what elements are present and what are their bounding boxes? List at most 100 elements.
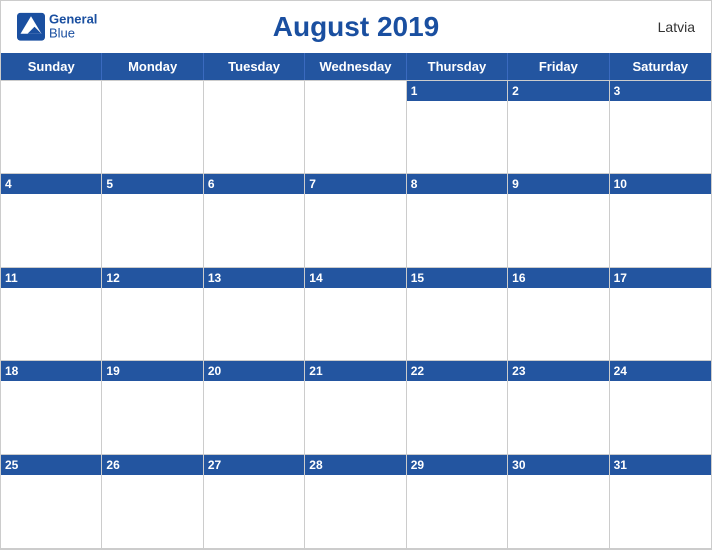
date-label: 7 [305,174,405,194]
calendar-title: August 2019 [273,11,440,43]
calendar-cell: 5 [102,174,203,268]
cell-content: 21 [305,361,405,454]
cell-content: 26 [102,455,202,548]
cell-body [1,101,101,173]
cell-content: 30 [508,455,608,548]
calendar-cell: 22 [407,361,508,455]
date-label: 17 [610,268,711,288]
date-label: 9 [508,174,608,194]
calendar-cell: 6 [204,174,305,268]
cell-content: 7 [305,174,405,267]
cell-content: 29 [407,455,507,548]
calendar-cell: 11 [1,268,102,362]
cell-content: 9 [508,174,608,267]
cell-body [407,288,507,361]
calendar-cell: 28 [305,455,406,549]
cell-body [508,475,608,548]
date-label: 25 [1,455,101,475]
cell-content: 5 [102,174,202,267]
cell-content: 8 [407,174,507,267]
cell-body [407,194,507,267]
cell-body [102,194,202,267]
date-label [305,81,405,101]
cell-body [1,288,101,361]
date-label: 12 [102,268,202,288]
cell-content: 23 [508,361,608,454]
cell-body [305,475,405,548]
header-sunday: Sunday [1,53,102,80]
date-label: 8 [407,174,507,194]
calendar-cell: 16 [508,268,609,362]
cell-content: 27 [204,455,304,548]
date-label: 2 [508,81,608,101]
header-tuesday: Tuesday [204,53,305,80]
calendar-cell: 15 [407,268,508,362]
date-label [204,81,304,101]
cell-content: 22 [407,361,507,454]
date-label: 14 [305,268,405,288]
date-label: 26 [102,455,202,475]
cell-content: 14 [305,268,405,361]
logo-blue: Blue [49,27,97,41]
cell-body [305,194,405,267]
cell-content: 18 [1,361,101,454]
cell-body [102,101,202,173]
calendar-cell: 7 [305,174,406,268]
calendar-cell: 31 [610,455,711,549]
cell-content: 16 [508,268,608,361]
cell-body [508,381,608,454]
calendar-cell [1,80,102,174]
calendar-cell: 17 [610,268,711,362]
date-label: 10 [610,174,711,194]
cell-body [102,475,202,548]
cell-body [204,381,304,454]
cell-content: 24 [610,361,711,454]
cell-body [508,194,608,267]
date-label: 22 [407,361,507,381]
cell-content: 31 [610,455,711,548]
cell-content: 28 [305,455,405,548]
cell-body [204,194,304,267]
calendar-cell: 25 [1,455,102,549]
date-label: 19 [102,361,202,381]
cell-body [204,288,304,361]
calendar-cell: 18 [1,361,102,455]
cell-body [407,381,507,454]
date-label: 18 [1,361,101,381]
date-label: 27 [204,455,304,475]
calendar-cell: 3 [610,80,711,174]
cell-content [1,81,101,173]
calendar-container: General Blue August 2019 Latvia Sunday M… [0,0,712,550]
header-saturday: Saturday [610,53,711,80]
date-label: 11 [1,268,101,288]
calendar-cell: 24 [610,361,711,455]
cell-body [204,475,304,548]
cell-body [204,101,304,173]
date-label: 24 [610,361,711,381]
date-label: 5 [102,174,202,194]
date-label: 4 [1,174,101,194]
header-monday: Monday [102,53,203,80]
date-label [102,81,202,101]
calendar-cell: 14 [305,268,406,362]
date-label: 13 [204,268,304,288]
date-label: 15 [407,268,507,288]
calendar-cell: 13 [204,268,305,362]
calendar-cell [102,80,203,174]
date-label: 28 [305,455,405,475]
day-headers-row: Sunday Monday Tuesday Wednesday Thursday… [1,53,711,80]
cell-content: 11 [1,268,101,361]
cell-body [610,288,711,361]
calendar-cell: 21 [305,361,406,455]
cell-body [610,101,711,173]
cell-content: 4 [1,174,101,267]
date-label [1,81,101,101]
cell-content: 13 [204,268,304,361]
date-label: 23 [508,361,608,381]
cell-body [305,381,405,454]
calendar-cell: 27 [204,455,305,549]
calendar-cell [305,80,406,174]
logo-text: General Blue [49,13,97,42]
cell-content [204,81,304,173]
header-wednesday: Wednesday [305,53,406,80]
